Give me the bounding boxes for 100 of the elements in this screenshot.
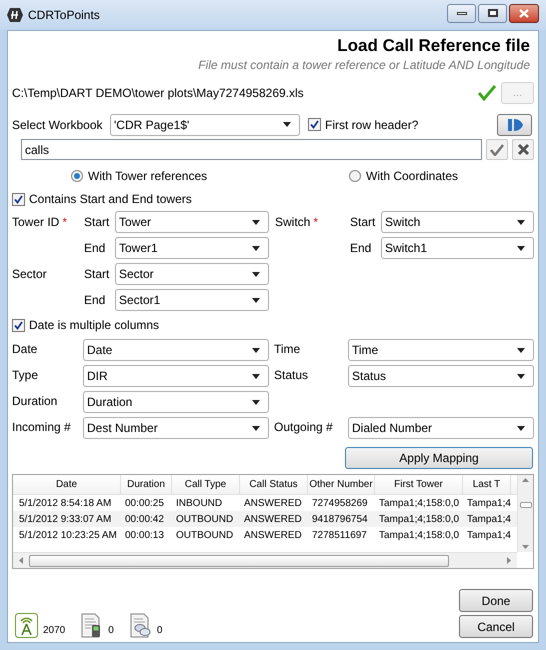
- apply-mapping-button[interactable]: Apply Mapping: [345, 447, 533, 469]
- scroll-up-icon[interactable]: [522, 478, 529, 482]
- column-header[interactable]: Date: [13, 475, 121, 494]
- table-cell-text: ANSWERED: [243, 528, 303, 542]
- table-cell-text: INBOUND: [175, 496, 224, 510]
- table-cell-text: 00:00:42: [124, 512, 165, 526]
- app-logo-icon: [7, 8, 23, 22]
- checkbox-label: Contains Start and End towers: [29, 191, 192, 208]
- table-cell-text: 00:00:13: [124, 528, 165, 542]
- caret-icon: [283, 122, 291, 127]
- close-icon: [516, 143, 530, 156]
- dropdown[interactable]: Time: [348, 339, 534, 361]
- table-cell-text: 5/1/2012 9:33:07 AM: [18, 512, 112, 526]
- column-header[interactable]: Other Number: [308, 475, 375, 494]
- caret-icon: [517, 374, 525, 378]
- table-cell-text: OUTBOUND: [175, 512, 234, 526]
- dropdown[interactable]: Date: [83, 339, 269, 361]
- field-label: Outgoing #: [274, 419, 334, 436]
- count-label: 2070: [43, 624, 66, 638]
- field-label: Switch: [275, 214, 310, 231]
- dropdown[interactable]: Switch1: [381, 237, 534, 259]
- document-chat-icon: [130, 613, 152, 638]
- table-cell-text: ANSWERED: [243, 512, 303, 526]
- close-icon: [519, 8, 529, 18]
- field-label: End: [84, 292, 106, 309]
- radio-button[interactable]: [349, 170, 361, 182]
- scroll-left-icon[interactable]: [19, 557, 23, 564]
- column-header[interactable]: First Tower: [375, 475, 463, 494]
- scroll-right-icon[interactable]: [507, 557, 511, 564]
- count-label: 0: [108, 624, 114, 638]
- dropdown[interactable]: Dialed Number: [348, 417, 534, 439]
- caret-icon: [252, 374, 260, 378]
- radio-label: With Coordinates: [366, 168, 458, 185]
- checkbox[interactable]: [12, 318, 25, 332]
- table-cell-text: 00:00:25: [124, 496, 165, 510]
- vertical-scrollbar[interactable]: [517, 475, 533, 552]
- table-cell-text: Tampa1;4;158:0,0: [378, 528, 460, 542]
- dropdown[interactable]: Sector: [115, 263, 269, 285]
- field-label: Start: [84, 266, 110, 283]
- caret-icon: [517, 220, 525, 224]
- field-label: End: [84, 240, 106, 257]
- column-header[interactable]: Duration: [121, 475, 172, 494]
- column-header[interactable]: Call Status: [240, 475, 308, 494]
- field-label: Date: [12, 341, 38, 358]
- window-title: CDRToPoints: [28, 7, 100, 24]
- file-path: C:\Temp\DART DEMO\tower plots\May7274958269.xls: [12, 85, 304, 102]
- scroll-thumb[interactable]: [520, 502, 532, 508]
- scroll-down-icon[interactable]: [522, 545, 529, 549]
- table-cell-text: Tampa1;4: [466, 528, 511, 542]
- table-cell-text: Tampa1;4;158:0,0: [378, 512, 460, 526]
- required-marker: *: [313, 214, 318, 231]
- dialog-button[interactable]: Done: [459, 589, 533, 612]
- column-header[interactable]: Last T: [463, 475, 511, 494]
- checkbox-label: First row header?: [325, 116, 418, 134]
- table-cell-text: Tampa1;4: [466, 496, 511, 510]
- required-marker: *: [62, 214, 68, 231]
- confirm-button[interactable]: [486, 139, 508, 160]
- caret-icon: [252, 400, 260, 404]
- horizontal-scrollbar[interactable]: [13, 552, 517, 568]
- checkbox[interactable]: [12, 192, 25, 206]
- checkmark-icon: [490, 144, 504, 156]
- dialog-button[interactable]: Cancel: [459, 615, 533, 638]
- table-cell-text: Tampa1;4;158:0,0: [378, 496, 460, 510]
- dropdown[interactable]: Status: [348, 365, 534, 387]
- field-label: Start: [350, 214, 376, 231]
- table-cell-text: OUTBOUND: [175, 528, 234, 542]
- table-cell-text: 7278511697: [311, 528, 368, 542]
- dropdown[interactable]: DIR: [83, 365, 269, 387]
- dropdown[interactable]: Tower: [115, 211, 269, 233]
- table-cell-text: 9418796754: [311, 512, 369, 526]
- checkbox[interactable]: [308, 118, 321, 131]
- dropdown[interactable]: Sector1: [115, 289, 269, 311]
- field-label: Tower ID: [12, 214, 60, 231]
- field-label: End: [350, 240, 372, 257]
- radio-button[interactable]: [71, 170, 83, 182]
- field-label: Status: [274, 367, 310, 384]
- caret-icon: [252, 348, 260, 352]
- table-cell-text: 5/1/2012 8:54:18 AM: [18, 496, 112, 510]
- minimize-button[interactable]: [447, 4, 476, 22]
- close-button[interactable]: [509, 4, 539, 22]
- column-header[interactable]: Call Type: [172, 475, 240, 494]
- radio-label: With Tower references: [88, 168, 208, 185]
- caret-icon: [517, 246, 525, 250]
- field-label: Duration: [12, 393, 58, 410]
- dropdown[interactable]: 'CDR Page1$': [110, 114, 300, 136]
- cancel-button[interactable]: [512, 139, 534, 160]
- caret-icon: [252, 272, 260, 276]
- next-button[interactable]: [497, 114, 532, 136]
- dropdown[interactable]: Dest Number: [83, 417, 269, 439]
- name-input-field[interactable]: calls: [21, 139, 482, 160]
- table-cell-text: Tampa1;4: [466, 512, 511, 526]
- table-cell-text: 7274958269: [311, 496, 369, 510]
- caret-icon: [252, 220, 260, 224]
- dialog-heading: Load Call Reference file: [337, 35, 530, 57]
- count-label: 0: [156, 624, 162, 638]
- dropdown[interactable]: Duration: [83, 391, 269, 413]
- maximize-button[interactable]: [478, 4, 507, 22]
- dropdown[interactable]: Switch: [381, 211, 534, 233]
- dropdown[interactable]: Tower1: [115, 237, 269, 259]
- field-label: Incoming #: [12, 419, 72, 436]
